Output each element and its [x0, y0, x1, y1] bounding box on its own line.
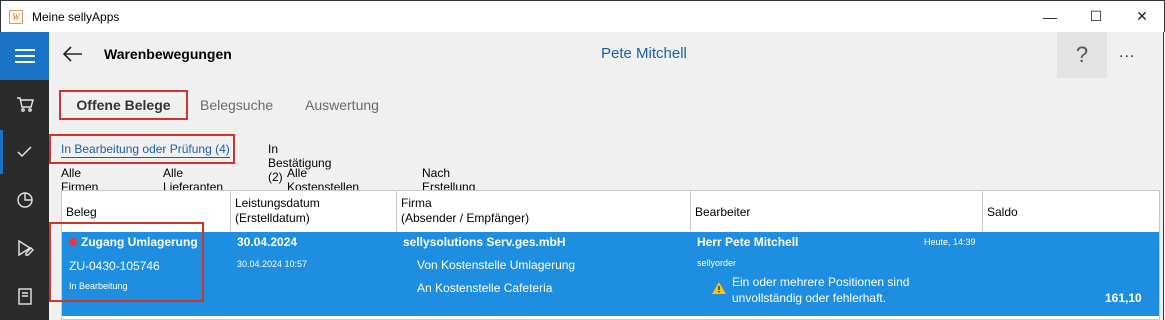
sidebar-item-check[interactable] — [0, 128, 49, 176]
user-name: Pete Mitchell — [601, 45, 687, 62]
column-header-leistungsdatum[interactable]: Leistungsdatum (Erstelldatum) — [231, 191, 397, 231]
menu-button[interactable] — [0, 32, 49, 80]
check-icon — [16, 146, 32, 158]
more-button[interactable]: ... — [1119, 44, 1135, 62]
company-name: sellysolutions Serv.ges.mbH — [403, 235, 566, 249]
warning-icon — [712, 282, 726, 294]
close-button[interactable]: ✕ — [1119, 1, 1165, 32]
from-cost-center: Von Kostenstelle Umlagerung — [417, 258, 576, 272]
editor-system: sellyorder — [697, 258, 737, 268]
sidebar-item-cart[interactable] — [0, 80, 49, 128]
page-title: Warenbewegungen — [104, 46, 232, 62]
help-button[interactable]: ? — [1057, 32, 1107, 78]
app-icon: W — [9, 10, 23, 24]
tab-belegsuche[interactable]: Belegsuche — [200, 90, 273, 120]
status-dot-icon — [69, 238, 77, 246]
sidebar — [0, 32, 49, 320]
sidebar-item-docs[interactable] — [0, 272, 49, 320]
edited-timestamp: Heute, 14:39 — [924, 237, 976, 247]
column-header-saldo[interactable]: Saldo — [983, 191, 1159, 231]
main-content: Warenbewegungen Pete Mitchell ? ... Offe… — [49, 32, 1164, 320]
beleg-number: ZU-0430-105746 — [69, 259, 160, 273]
documents-table: Beleg Leistungsdatum (Erstelldatum) Firm… — [49, 190, 1160, 320]
erstelldatum: 30.04.2024 10:57 — [237, 259, 308, 269]
book-icon — [17, 287, 32, 305]
page-header: Warenbewegungen Pete Mitchell ? ... — [49, 32, 1164, 78]
table-row[interactable]: Zugang Umlagerung ZU-0430-105746 In Bear… — [49, 222, 1159, 316]
tab-auswertung[interactable]: Auswertung — [305, 90, 379, 120]
arrow-left-icon — [63, 46, 82, 62]
play-edit-icon — [17, 239, 34, 257]
column-header-firma[interactable]: Firma (Absender / Empfänger) — [397, 191, 691, 231]
to-cost-center: An Kostenstelle Cafeteria — [417, 281, 553, 295]
beleg-type: Zugang Umlagerung — [69, 235, 198, 249]
back-button[interactable] — [59, 40, 87, 68]
subtab-in-bearbeitung-label: In Bearbeitung oder Prüfung (4) — [61, 142, 230, 158]
warning-text-line2: unvollständig oder fehlerhaft. — [732, 291, 887, 305]
menu-icon — [14, 49, 35, 63]
sidebar-item-workflow[interactable] — [0, 224, 49, 272]
maximize-button[interactable]: ☐ — [1073, 1, 1119, 32]
editor-name: Herr Pete Mitchell — [697, 235, 799, 249]
subtab-in-bearbeitung[interactable]: In Bearbeitung oder Prüfung (4) — [49, 134, 235, 164]
window-title: Meine sellyApps — [32, 10, 120, 24]
cart-icon — [16, 97, 34, 112]
saldo-value: 161,10 — [1105, 291, 1142, 305]
column-header-bearbeiter[interactable]: Bearbeiter — [691, 191, 983, 231]
window-titlebar: W Meine sellyApps — ☐ ✕ — [0, 0, 1165, 32]
sidebar-item-reports[interactable] — [0, 176, 49, 224]
pie-chart-icon — [16, 192, 33, 208]
tab-offene-belege[interactable]: Offene Belege — [59, 90, 188, 120]
leistungsdatum: 30.04.2024 — [237, 235, 298, 249]
beleg-status: In Bearbeitung — [69, 281, 128, 291]
minimize-button[interactable]: — — [1027, 1, 1073, 32]
warning-text-line1: Ein oder mehrere Positionen sind — [732, 275, 910, 289]
